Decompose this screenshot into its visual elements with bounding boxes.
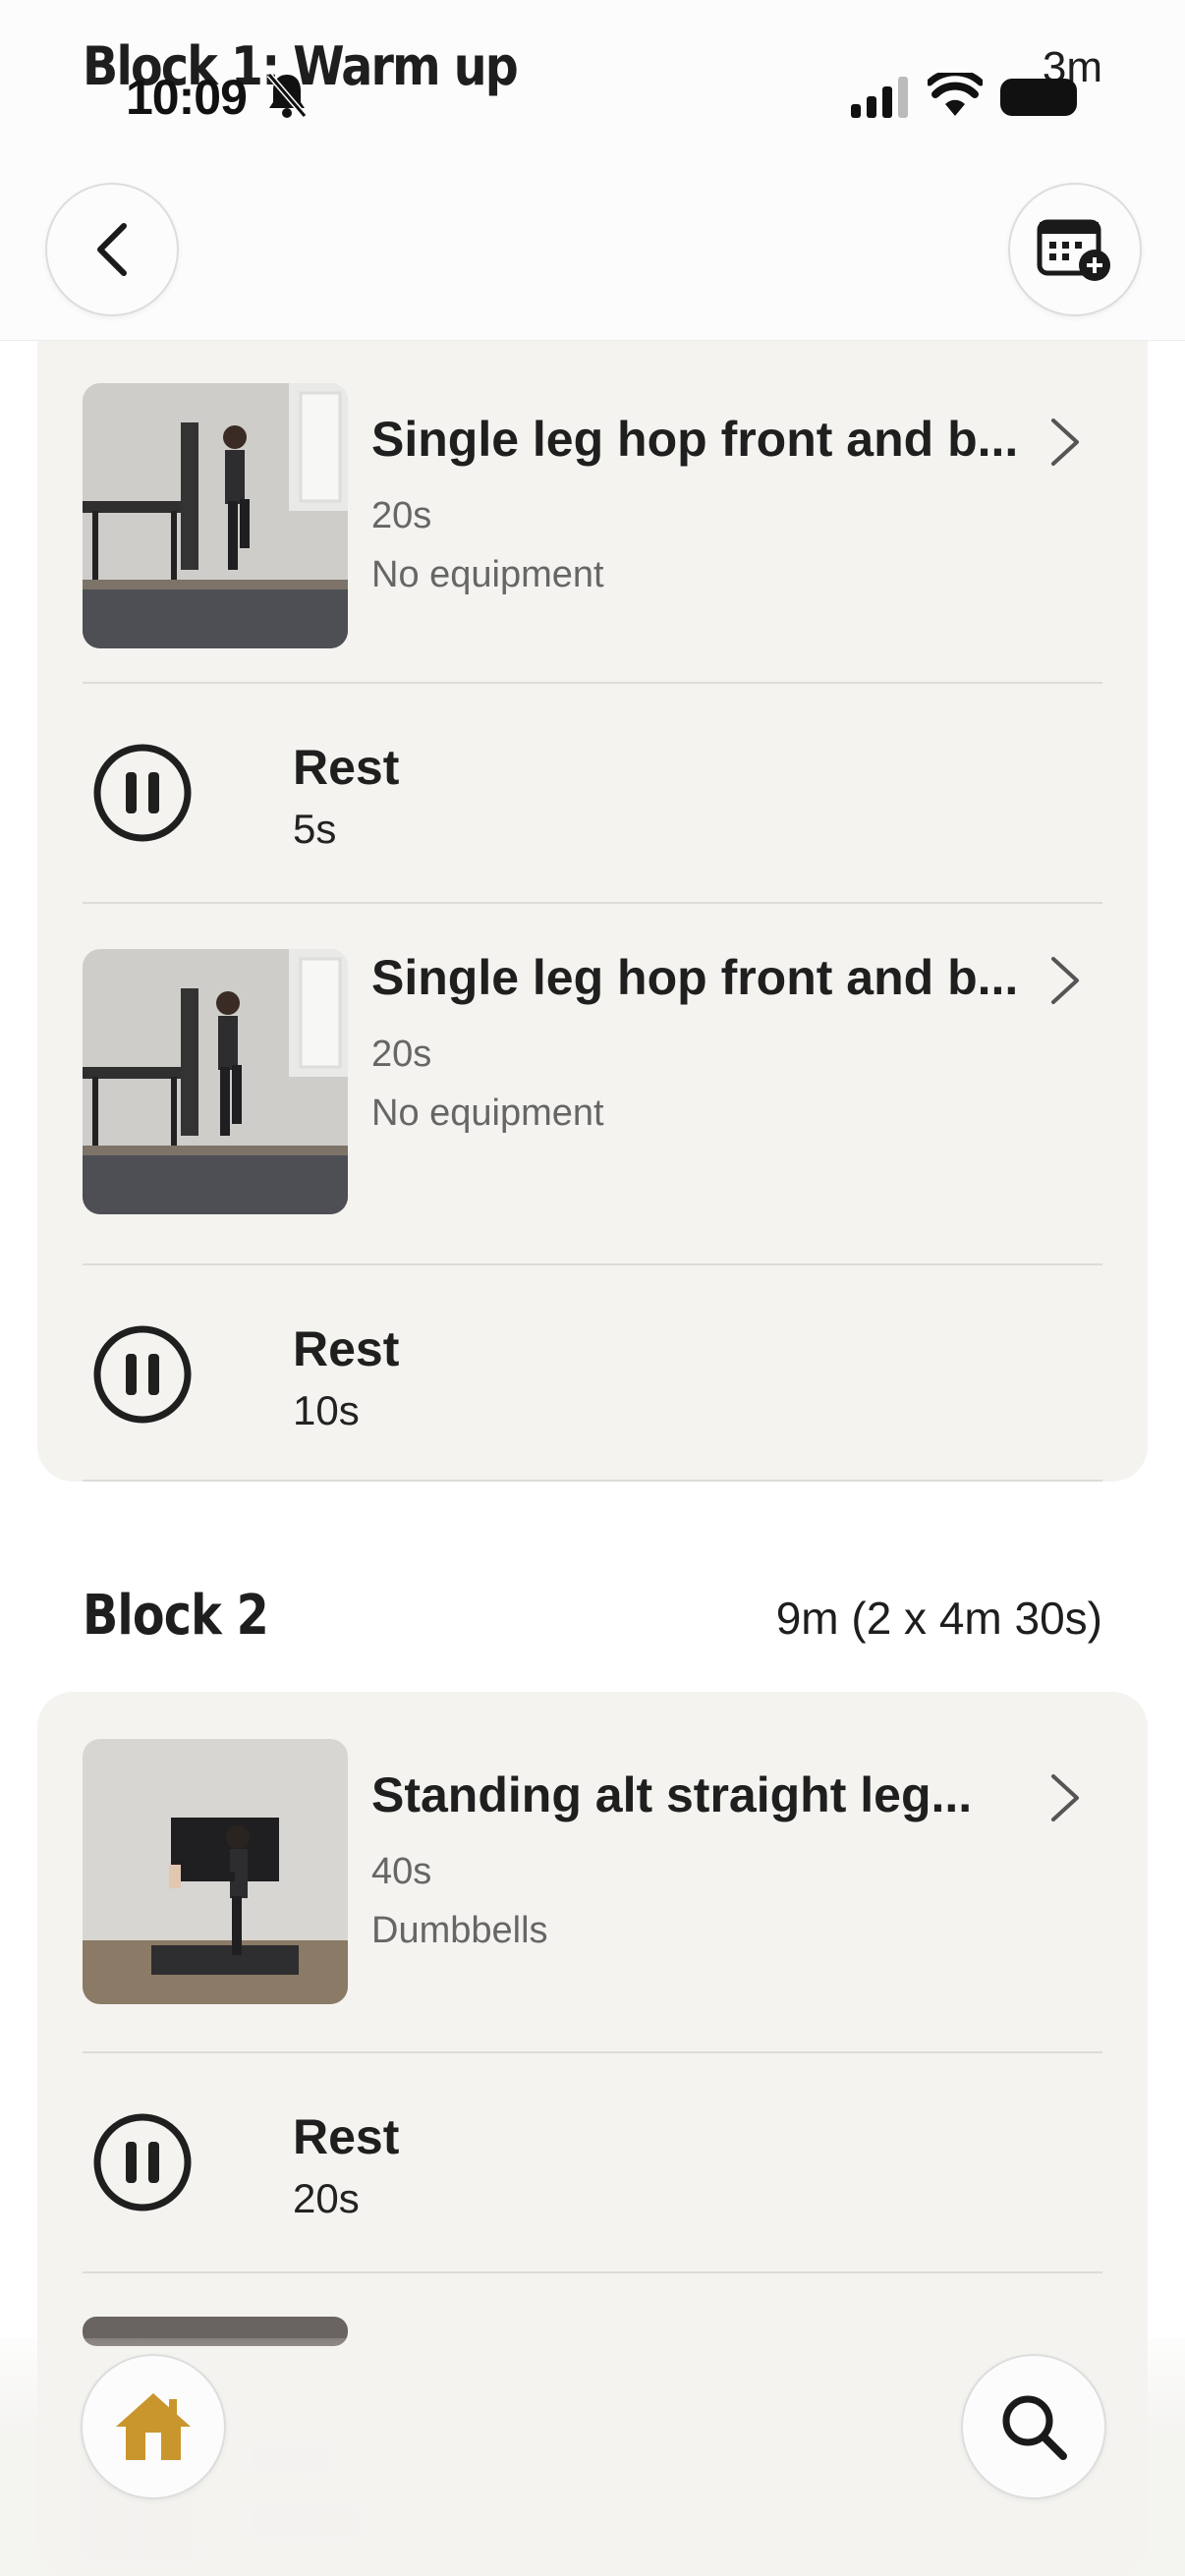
pause-circle-icon <box>93 2113 192 2212</box>
rest-label: Rest <box>293 740 400 795</box>
exercise-equipment: No equipment <box>371 554 604 595</box>
exercise-duration: 20s <box>371 495 432 536</box>
block2-duration: 9m (2 x 4m 30s) <box>775 1593 1102 1644</box>
rest-label: Rest <box>293 2109 400 2164</box>
block2-title: Block 2 <box>83 1584 269 1648</box>
exercise-thumbnail <box>83 949 348 1214</box>
status-time: 10:09 <box>126 70 248 125</box>
exercise-name: Standing alt straight leg... <box>371 1767 973 1822</box>
exercise-row[interactable]: Standing alt straight leg... 40s Dumbbel… <box>83 1727 1102 2053</box>
chevron-right-icon <box>1051 419 1079 466</box>
rest-duration: 20s <box>293 2175 360 2221</box>
bell-muted-icon <box>266 73 308 118</box>
rest-row: Rest 5s <box>83 684 1102 904</box>
exercise-equipment: Dumbbells <box>371 1910 548 1951</box>
exercise-duration: 20s <box>371 1034 432 1075</box>
home-button[interactable] <box>81 2354 226 2499</box>
chevron-right-icon <box>1051 957 1079 1004</box>
exercise-row[interactable]: Single leg hop front and b... 20s No equ… <box>83 904 1102 1265</box>
add-to-calendar-button[interactable] <box>1008 183 1142 316</box>
home-icon <box>116 2393 191 2460</box>
exercise-name: Single leg hop front and b... <box>371 412 1019 467</box>
rest-row: Rest 20s <box>83 2053 1102 2273</box>
rest-duration: 5s <box>293 806 337 852</box>
rest-duration: 10s <box>293 1387 360 1433</box>
exercise-thumbnail <box>83 1739 348 2004</box>
exercise-thumbnail <box>83 383 348 648</box>
wifi-icon <box>928 73 983 116</box>
pause-circle-icon <box>93 744 192 842</box>
exercise-row[interactable]: Single leg hop front and b... 20s No equ… <box>83 371 1102 684</box>
pause-circle-icon <box>93 1325 192 1424</box>
cellular-signal-icon <box>851 77 908 118</box>
exercise-duration: 40s <box>371 1851 432 1892</box>
calendar-add-icon <box>1037 219 1110 281</box>
battery-icon <box>1000 79 1077 116</box>
chevron-left-icon <box>97 223 127 276</box>
back-button[interactable] <box>45 183 179 316</box>
exercise-equipment: No equipment <box>371 1092 604 1134</box>
top-header: Block 1: Warm up 3m 10:09 <box>0 0 1185 341</box>
rest-label: Rest <box>293 1321 400 1376</box>
search-button[interactable] <box>961 2354 1106 2499</box>
exercise-name: Single leg hop front and b... <box>371 950 1019 1005</box>
rest-row: Rest 10s <box>83 1265 1102 1482</box>
chevron-right-icon <box>1051 1774 1079 1821</box>
block1-card: Single leg hop front and b... 20s No equ… <box>37 340 1148 1482</box>
search-icon <box>1002 2395 1067 2460</box>
